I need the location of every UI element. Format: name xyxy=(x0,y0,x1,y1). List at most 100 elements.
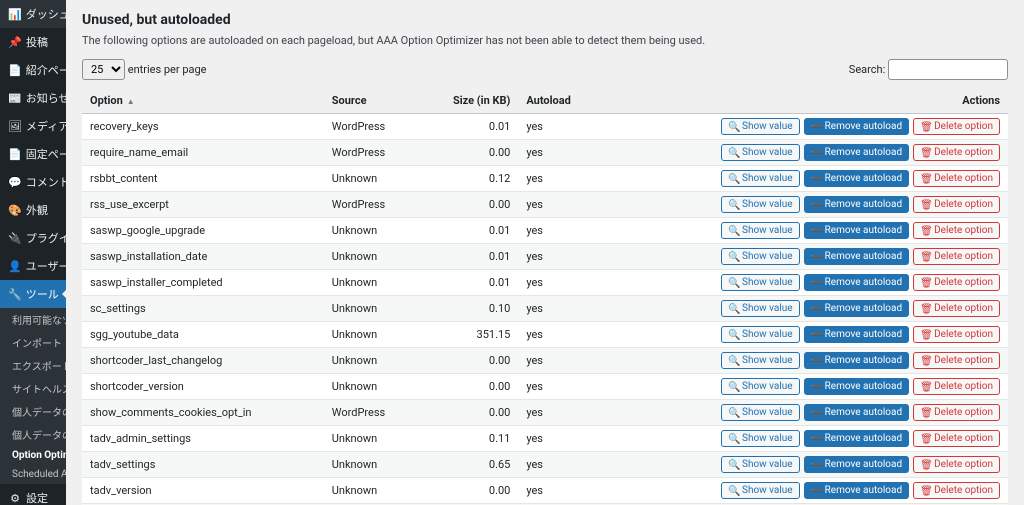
submenu-item[interactable]: エクスポート xyxy=(0,354,66,377)
cell-autoload: yes xyxy=(518,244,600,270)
magnifier-icon: 🔍 xyxy=(728,226,738,236)
delete-option-button[interactable]: 🗑Delete option xyxy=(913,430,1000,447)
show-value-button[interactable]: 🔍Show value xyxy=(721,300,800,317)
sidebar-label: 外観 xyxy=(26,202,48,218)
submenu-item[interactable]: サイトヘルス xyxy=(0,377,66,400)
submenu-item[interactable]: Option Optimizer xyxy=(0,446,66,465)
cell-actions: 🔍Show value➖Remove autoload🗑Delete optio… xyxy=(601,478,1008,504)
submenu-item[interactable]: インポート xyxy=(0,331,66,354)
remove-autoload-button[interactable]: ➖Remove autoload xyxy=(804,222,909,239)
show-value-button[interactable]: 🔍Show value xyxy=(721,482,800,499)
remove-autoload-button[interactable]: ➖Remove autoload xyxy=(804,482,909,499)
remove-autoload-button[interactable]: ➖Remove autoload xyxy=(804,404,909,421)
menu-icon: 📄 xyxy=(8,63,22,77)
delete-option-button[interactable]: 🗑Delete option xyxy=(913,404,1000,421)
sidebar-item[interactable]: 📊ダッシュボード xyxy=(0,0,66,28)
sidebar-item[interactable]: 📰お知らせ xyxy=(0,84,66,112)
magnifier-icon: 🔍 xyxy=(728,356,738,366)
show-value-button[interactable]: 🔍Show value xyxy=(721,248,800,265)
sidebar-item[interactable]: 🔧ツール xyxy=(0,280,66,308)
delete-option-button[interactable]: 🗑Delete option xyxy=(913,326,1000,343)
delete-option-button[interactable]: 🗑Delete option xyxy=(913,482,1000,499)
sidebar-item[interactable]: 📄固定ページ xyxy=(0,140,66,168)
remove-autoload-button[interactable]: ➖Remove autoload xyxy=(804,378,909,395)
show-value-button[interactable]: 🔍Show value xyxy=(721,404,800,421)
show-value-button[interactable]: 🔍Show value xyxy=(721,170,800,187)
table-row: recovery_keysWordPress0.01yes🔍Show value… xyxy=(82,114,1008,140)
submenu-item[interactable]: 個人データの消去 xyxy=(0,423,66,446)
col-size[interactable]: Size (in KB) xyxy=(418,88,518,114)
remove-autoload-button[interactable]: ➖Remove autoload xyxy=(804,118,909,135)
cell-option: require_name_email xyxy=(82,140,324,166)
sidebar-item[interactable]: 🖼メディア xyxy=(0,112,66,140)
show-value-button[interactable]: 🔍Show value xyxy=(721,196,800,213)
remove-autoload-button[interactable]: ➖Remove autoload xyxy=(804,352,909,369)
remove-autoload-button[interactable]: ➖Remove autoload xyxy=(804,326,909,343)
sidebar-label: ツール xyxy=(26,286,59,302)
delete-option-button[interactable]: 🗑Delete option xyxy=(913,196,1000,213)
delete-option-button[interactable]: 🗑Delete option xyxy=(913,222,1000,239)
remove-autoload-button[interactable]: ➖Remove autoload xyxy=(804,196,909,213)
minus-icon: ➖ xyxy=(811,200,821,210)
show-value-button[interactable]: 🔍Show value xyxy=(721,326,800,343)
show-value-button[interactable]: 🔍Show value xyxy=(721,118,800,135)
show-value-button[interactable]: 🔍Show value xyxy=(721,144,800,161)
delete-option-button[interactable]: 🗑Delete option xyxy=(913,352,1000,369)
sidebar-item[interactable]: 🔌プラグイン xyxy=(0,224,66,252)
show-value-button[interactable]: 🔍Show value xyxy=(721,378,800,395)
cell-autoload: yes xyxy=(518,218,600,244)
magnifier-icon: 🔍 xyxy=(728,434,738,444)
cell-source: WordPress xyxy=(324,400,419,426)
sidebar-label: コメント xyxy=(26,174,66,190)
delete-option-button[interactable]: 🗑Delete option xyxy=(913,300,1000,317)
delete-option-button[interactable]: 🗑Delete option xyxy=(913,274,1000,291)
cell-source: WordPress xyxy=(324,192,419,218)
magnifier-icon: 🔍 xyxy=(728,330,738,340)
cell-option: shortcoder_last_changelog xyxy=(82,348,324,374)
sidebar-item[interactable]: 👤ユーザー xyxy=(0,252,66,280)
col-autoload[interactable]: Autoload xyxy=(518,88,600,114)
table-row: tadv_settingsUnknown0.65yes🔍Show value➖R… xyxy=(82,452,1008,478)
cell-actions: 🔍Show value➖Remove autoload🗑Delete optio… xyxy=(601,166,1008,192)
show-value-button[interactable]: 🔍Show value xyxy=(721,274,800,291)
submenu-item[interactable]: 個人データのエクスポート xyxy=(0,400,66,423)
search-input[interactable] xyxy=(888,59,1008,80)
sidebar-item[interactable]: 📄紹介ページ xyxy=(0,56,66,84)
submenu-item[interactable]: 利用可能なツール xyxy=(0,308,66,331)
remove-autoload-button[interactable]: ➖Remove autoload xyxy=(804,274,909,291)
menu-icon: 🔌 xyxy=(8,231,22,245)
remove-autoload-button[interactable]: ➖Remove autoload xyxy=(804,456,909,473)
delete-option-button[interactable]: 🗑Delete option xyxy=(913,118,1000,135)
delete-option-button[interactable]: 🗑Delete option xyxy=(913,248,1000,265)
menu-icon: 📌 xyxy=(8,35,22,49)
sidebar-item[interactable]: 🎨外観 xyxy=(0,196,66,224)
remove-autoload-button[interactable]: ➖Remove autoload xyxy=(804,144,909,161)
cell-size: 0.01 xyxy=(418,218,518,244)
submenu-item[interactable]: Scheduled Actions xyxy=(0,465,66,484)
remove-autoload-button[interactable]: ➖Remove autoload xyxy=(804,248,909,265)
sidebar-label: ユーザー xyxy=(26,258,66,274)
sidebar-label: メディア xyxy=(26,118,66,134)
perpage-select[interactable]: 25 xyxy=(82,59,125,80)
cell-source: Unknown xyxy=(324,426,419,452)
table-row: shortcoder_versionUnknown0.00yes🔍Show va… xyxy=(82,374,1008,400)
remove-autoload-button[interactable]: ➖Remove autoload xyxy=(804,170,909,187)
sidebar-item[interactable]: 💬コメント84 xyxy=(0,168,66,196)
delete-option-button[interactable]: 🗑Delete option xyxy=(913,144,1000,161)
show-value-button[interactable]: 🔍Show value xyxy=(721,456,800,473)
delete-option-button[interactable]: 🗑Delete option xyxy=(913,170,1000,187)
col-option[interactable]: Option xyxy=(82,88,324,114)
remove-autoload-button[interactable]: ➖Remove autoload xyxy=(804,300,909,317)
magnifier-icon: 🔍 xyxy=(728,278,738,288)
delete-option-button[interactable]: 🗑Delete option xyxy=(913,378,1000,395)
sidebar-item[interactable]: ⚙設定 xyxy=(0,484,66,505)
show-value-button[interactable]: 🔍Show value xyxy=(721,352,800,369)
col-source[interactable]: Source xyxy=(324,88,419,114)
show-value-button[interactable]: 🔍Show value xyxy=(721,222,800,239)
delete-option-button[interactable]: 🗑Delete option xyxy=(913,456,1000,473)
show-value-button[interactable]: 🔍Show value xyxy=(721,430,800,447)
cell-actions: 🔍Show value➖Remove autoload🗑Delete optio… xyxy=(601,400,1008,426)
sidebar-item[interactable]: 📌投稿 xyxy=(0,28,66,56)
remove-autoload-button[interactable]: ➖Remove autoload xyxy=(804,430,909,447)
col-actions: Actions xyxy=(601,88,1008,114)
